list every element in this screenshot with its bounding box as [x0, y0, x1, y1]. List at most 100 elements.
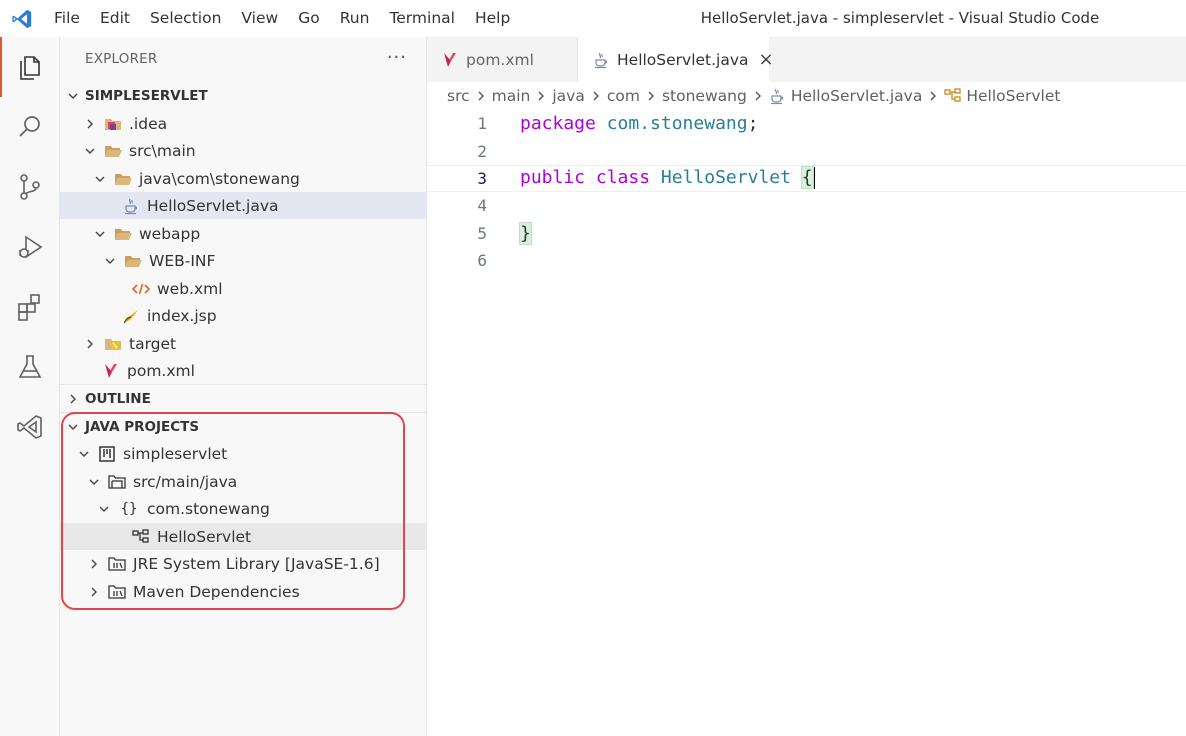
tree-item-label: web.xml — [157, 279, 223, 298]
java-projects-title: JAVA PROJECTS — [85, 418, 200, 435]
menu-help[interactable]: Help — [465, 0, 520, 37]
tree-item-java-package[interactable]: java\com\stonewang — [60, 165, 458, 192]
breadcrumb-item[interactable]: src — [447, 87, 470, 105]
chevron-down-icon — [92, 226, 108, 242]
folder-open-icon — [104, 142, 122, 160]
chevron-right-icon — [591, 90, 601, 102]
class-icon — [132, 528, 150, 546]
line-number: 6 — [477, 251, 487, 271]
java-project-simpleservlet[interactable]: simpleservlet — [60, 440, 442, 467]
tree-item-label: pom.xml — [127, 361, 195, 380]
chevron-right-icon — [646, 90, 656, 102]
source-folder-icon — [108, 473, 126, 491]
testing-icon[interactable] — [0, 337, 60, 397]
remote-explorer-icon[interactable] — [0, 397, 60, 457]
chevron-right-icon — [928, 90, 938, 102]
chevron-down-icon — [92, 171, 108, 187]
explorer-header: EXPLORER ··· — [60, 37, 427, 83]
menu-view[interactable]: View — [231, 0, 288, 37]
chevron-right-icon — [65, 391, 81, 407]
line-number: 2 — [477, 141, 487, 161]
tree-item-label: HelloServlet — [157, 527, 252, 546]
jsp-file-icon — [122, 307, 140, 325]
chevron-down-icon — [65, 88, 81, 104]
run-debug-icon[interactable] — [0, 217, 60, 277]
java-projects-header[interactable]: JAVA PROJECTS — [60, 413, 431, 440]
menu-go[interactable]: Go — [288, 0, 330, 37]
chevron-right-icon — [86, 556, 102, 572]
tree-item-web-inf[interactable]: WEB-INF — [60, 247, 468, 274]
tree-item-label: Maven Dependencies — [133, 582, 300, 601]
tree-item-target[interactable]: target — [60, 330, 448, 357]
code-line-1: 1 package com.stonewang; — [427, 110, 1186, 137]
target-folder-icon — [104, 335, 122, 353]
breadcrumb-item[interactable]: com — [607, 87, 640, 105]
breadcrumb-item[interactable]: java — [552, 87, 584, 105]
extensions-icon[interactable] — [0, 277, 60, 337]
folder-open-icon — [124, 252, 142, 270]
tree-item-pom-xml[interactable]: pom.xml — [60, 357, 468, 384]
library-icon — [108, 583, 126, 601]
tree-item-label: java\com\stonewang — [139, 169, 300, 188]
title-bar: File Edit Selection View Go Run Terminal… — [0, 0, 1186, 37]
tree-item-label: .idea — [129, 114, 168, 133]
project-icon — [98, 445, 116, 463]
line-number: 4 — [477, 196, 487, 216]
java-source-folder[interactable]: src/main/java — [60, 468, 452, 495]
breadcrumb-class[interactable]: HelloServlet — [944, 87, 1060, 105]
search-icon[interactable] — [0, 97, 60, 157]
tree-item-label: com.stonewang — [147, 499, 270, 518]
source-control-icon[interactable] — [0, 157, 60, 217]
tree-item-label: WEB-INF — [149, 251, 216, 270]
chevron-right-icon — [536, 90, 546, 102]
tree-item-label: simpleservlet — [123, 444, 228, 463]
code-text: package com.stonewang; — [520, 113, 759, 135]
chevron-right-icon — [86, 584, 102, 600]
tree-item-helloservlet-java[interactable]: HelloServlet.java — [60, 192, 488, 219]
tree-item-index-jsp[interactable]: index.jsp — [60, 302, 488, 329]
close-icon[interactable]: × — [759, 49, 774, 70]
breadcrumb-file[interactable]: HelloServlet.java — [769, 87, 922, 105]
chevron-down-icon — [76, 446, 92, 462]
class-icon — [944, 88, 962, 104]
tab-helloservlet-java[interactable]: HelloServlet.java × — [578, 37, 774, 82]
tree-item-idea[interactable]: .idea — [60, 110, 448, 137]
menu-edit[interactable]: Edit — [90, 0, 140, 37]
tree-item-webapp[interactable]: webapp — [60, 220, 458, 247]
menu-file[interactable]: File — [44, 0, 90, 37]
breadcrumb-class-label: HelloServlet — [966, 87, 1061, 105]
explorer-title: EXPLORER — [85, 51, 158, 67]
menu-run[interactable]: Run — [330, 0, 380, 37]
chevron-down-icon — [102, 253, 118, 269]
chevron-down-icon — [65, 419, 81, 435]
chevron-right-icon — [476, 90, 486, 102]
menu-terminal[interactable]: Terminal — [379, 0, 465, 37]
java-maven-dependencies[interactable]: Maven Dependencies — [60, 578, 452, 605]
tab-label: pom.xml — [466, 50, 534, 69]
chevron-right-icon — [753, 90, 763, 102]
java-jre-library[interactable]: JRE System Library [JavaSE-1.6] — [60, 550, 452, 577]
chevron-down-icon — [86, 474, 102, 490]
chevron-down-icon — [82, 143, 98, 159]
menu-selection[interactable]: Selection — [140, 0, 231, 37]
java-package[interactable]: {} com.stonewang — [60, 495, 462, 522]
breadcrumb-item[interactable]: stonewang — [662, 87, 747, 105]
more-actions-icon[interactable]: ··· — [387, 47, 407, 68]
java-file-icon — [122, 197, 140, 215]
library-icon — [108, 555, 126, 573]
tree-item-label: src\main — [129, 141, 196, 160]
breadcrumb-item[interactable]: main — [492, 87, 531, 105]
tab-pom-xml[interactable]: pom.xml — [427, 37, 578, 82]
tree-item-label: JRE System Library [JavaSE-1.6] — [133, 554, 380, 573]
namespace-icon: {} — [120, 500, 138, 517]
tree-item-src-main[interactable]: src\main — [60, 137, 448, 164]
code-line-3: 3 public class HelloServlet { — [427, 165, 1186, 192]
explorer-icon[interactable] — [0, 37, 60, 97]
explorer-root-header[interactable]: SIMPLESERVLET — [60, 82, 431, 109]
sidebar: EXPLORER ··· SIMPLESERVLET .idea src\mai… — [60, 37, 498, 736]
menu-bar: File Edit Selection View Go Run Terminal… — [44, 0, 520, 37]
tree-item-label: src/main/java — [133, 472, 238, 491]
tree-item-label: webapp — [139, 224, 201, 243]
code-editor[interactable]: 1 package com.stonewang; 2 3 public clas… — [427, 110, 1186, 736]
outline-header[interactable]: OUTLINE — [60, 385, 431, 412]
